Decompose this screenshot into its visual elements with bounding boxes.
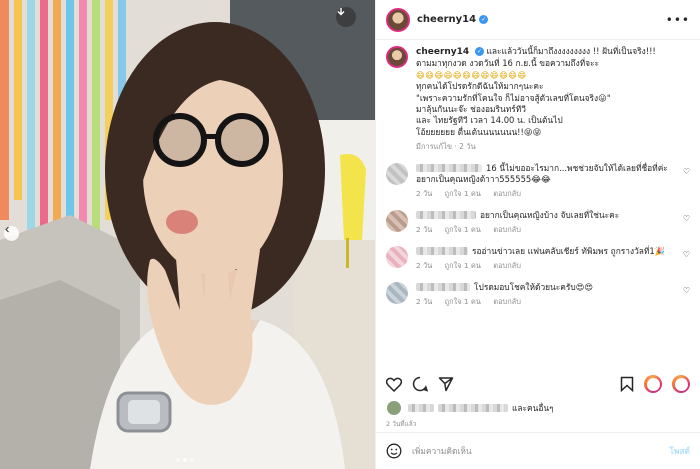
- carousel-dot-active: [183, 458, 187, 462]
- comment-likes[interactable]: ถูกใจ 1 คน: [445, 225, 481, 234]
- likes-summary: และคนอื่นๆ: [386, 400, 690, 416]
- blurred-username[interactable]: [416, 247, 468, 256]
- avatar[interactable]: [386, 245, 408, 268]
- post-header: cheerny14 ✓ •••: [376, 0, 700, 40]
- comment-item: อยากเป็นคุณหญิงบ้าง จับเลยที่ใช่นะคะ 2 ว…: [386, 209, 690, 236]
- reply-button[interactable]: ตอบกลับ: [493, 225, 521, 234]
- caption-meta: มีการแก้ไข · 2 วัน: [416, 142, 476, 152]
- avatar[interactable]: [386, 162, 408, 185]
- chevron-left-icon: [5, 226, 9, 233]
- instagram-post-modal: cheerny14 ✓ ••• cheerny14 ✓ และแล้ววันนี…: [0, 0, 700, 469]
- caption-line: และแล้ววันนี้ก็มาถึงงงงงงงงง !! ฝันที่เป…: [486, 46, 656, 56]
- more-options-icon[interactable]: •••: [666, 13, 690, 27]
- comment-time[interactable]: 2 วัน: [416, 261, 432, 270]
- caption-line: ทุกคนได้โปรดรักดีฉันให้มากๆนะคะ: [416, 81, 544, 92]
- action-bar: [386, 372, 690, 396]
- caption-emoji-line: 😄😄😄😄😄😄😄😄😄😄😄😄: [416, 69, 527, 80]
- comment-item: โปรดมอบโชคให้ด้วยนะครับ😍😍 2 วัน ถูกใจ 1 …: [386, 281, 690, 308]
- blurred-username[interactable]: [408, 404, 434, 412]
- liker-avatar[interactable]: [386, 400, 402, 416]
- verified-badge-icon: ✓: [479, 15, 489, 24]
- add-comment-bar: เพิ่มความคิดเห็น โพสต์: [376, 432, 700, 469]
- caption: cheerny14 ✓ และแล้ววันนี้ก็มาถึงงงงงงงงง…: [386, 46, 690, 153]
- caption-line: โอ้ยยยยยย ตื่นเต้นนนนนนน!!😝😝: [416, 126, 542, 137]
- previous-photo-button[interactable]: [4, 226, 19, 241]
- caption-line: ตามมาทุกงวด งวดวันที่ 16 ก.ย.นี้ ขอความถ…: [416, 58, 600, 69]
- heart-icon[interactable]: ♡: [683, 167, 690, 176]
- comment-input[interactable]: เพิ่มความคิดเห็น: [412, 444, 669, 458]
- blurred-username[interactable]: [416, 211, 476, 220]
- carousel-dot: [190, 458, 194, 462]
- caption-avatar[interactable]: [386, 46, 408, 68]
- post-username[interactable]: cheerny14: [417, 14, 476, 25]
- heart-icon[interactable]: [386, 377, 402, 392]
- comments-scroll-area[interactable]: cheerny14 ✓ และแล้ววันนี้ก็มาถึงงงงงงงงง…: [376, 40, 700, 366]
- post-time[interactable]: 2 วันที่แล้ว: [386, 419, 416, 429]
- reply-button[interactable]: ตอบกลับ: [493, 297, 521, 306]
- post-side-panel: cheerny14 ✓ ••• cheerny14 ✓ และแล้ววันนี…: [375, 0, 700, 469]
- heart-icon[interactable]: ♡: [683, 286, 690, 295]
- caption-username[interactable]: cheerny14: [416, 47, 469, 57]
- post-photo[interactable]: [0, 0, 375, 469]
- bookmark-icon[interactable]: [620, 376, 634, 392]
- likes-text[interactable]: และคนอื่นๆ: [512, 401, 554, 415]
- photo-illustration: [0, 0, 375, 469]
- download-icon[interactable]: [336, 7, 356, 27]
- comment-likes[interactable]: ถูกใจ 1 คน: [445, 297, 481, 306]
- comment-item: รออ่านข่าวเลย แฟนคลับเชียร์ ทัพิมพร ถูกร…: [386, 245, 690, 272]
- heart-icon[interactable]: ♡: [683, 214, 690, 223]
- carousel-dot: [176, 458, 180, 462]
- caption-text: cheerny14 ✓ และแล้ววันนี้ก็มาถึงงงงงงงงง…: [416, 46, 656, 153]
- reply-button[interactable]: ตอบกลับ: [493, 189, 521, 198]
- heart-icon[interactable]: ♡: [683, 250, 690, 259]
- blurred-username[interactable]: [438, 404, 508, 412]
- comment-likes[interactable]: ถูกใจ 1 คน: [445, 189, 481, 198]
- story-ring-icon[interactable]: [644, 375, 662, 393]
- comment-text: อยากเป็นคุณหญิงบ้าง จับเลยที่ใช่นะคะ: [480, 209, 620, 220]
- comment-text: รออ่านข่าวเลย แฟนคลับเชียร์ ทัพิมพร ถูกร…: [472, 245, 666, 256]
- avatar[interactable]: [386, 281, 408, 304]
- reel-ring-icon[interactable]: [672, 375, 690, 393]
- comment-time[interactable]: 2 วัน: [416, 225, 432, 234]
- comment-text: โปรดมอบโชคให้ด้วยนะครับ😍😍: [474, 281, 594, 292]
- blurred-username[interactable]: [416, 164, 482, 173]
- emoji-icon[interactable]: [386, 443, 402, 459]
- avatar[interactable]: [386, 209, 408, 232]
- caption-line: มาลุ้นกันนะจ๊ะ ช่องอมรินทร์ทีวี: [416, 104, 526, 115]
- verified-badge-icon: ✓: [474, 47, 484, 56]
- comment-likes[interactable]: ถูกใจ 1 คน: [445, 261, 481, 270]
- post-comment-button[interactable]: โพสต์: [669, 444, 690, 458]
- caption-line: "เพราะความรักที่โคนใจ ก็ไม่อาจสู้ตัวเลขท…: [416, 92, 611, 103]
- comment-icon[interactable]: [412, 376, 428, 392]
- share-icon[interactable]: [438, 376, 454, 392]
- caption-line: และ ไทยรัฐทีวี เวลา 14.00 น. เป็นต้นไป: [416, 115, 563, 126]
- blurred-username[interactable]: [416, 283, 470, 291]
- comment-time[interactable]: 2 วัน: [416, 297, 432, 306]
- reply-button[interactable]: ตอบกลับ: [493, 261, 521, 270]
- comment-time[interactable]: 2 วัน: [416, 189, 432, 198]
- carousel-dots: [176, 458, 194, 462]
- avatar[interactable]: [386, 7, 410, 32]
- comment-item: 16 นี้ไม่ขออะไรมาก...พชช่วยจับให้ได้เลยท…: [386, 162, 690, 200]
